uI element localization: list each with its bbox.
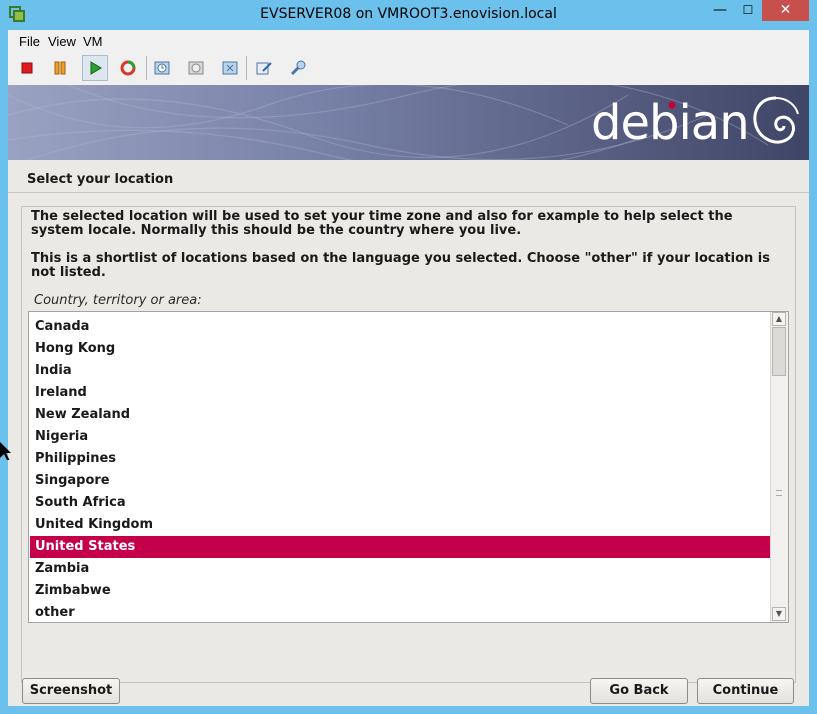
- screenshot-button[interactable]: Screenshot: [22, 678, 120, 704]
- menu-vm[interactable]: VM: [83, 34, 103, 49]
- list-item[interactable]: New Zealand: [30, 404, 771, 426]
- list-item[interactable]: Zambia: [30, 558, 771, 580]
- list-item[interactable]: Nigeria: [30, 426, 771, 448]
- stop-icon: [21, 62, 33, 74]
- pause-icon: [54, 61, 66, 75]
- snapshot-manager-button[interactable]: [217, 55, 243, 81]
- menu-file[interactable]: File: [19, 34, 40, 49]
- debian-swirl-logo: [753, 96, 799, 144]
- list-item[interactable]: Philippines: [30, 448, 771, 470]
- play-button[interactable]: [82, 55, 108, 81]
- window-title: EVSERVER08 on VMROOT3.enovision.local: [260, 6, 557, 22]
- list-item-selected[interactable]: United States: [30, 536, 771, 558]
- manage-snapshots-icon: [222, 61, 238, 75]
- mouse-cursor-icon: [0, 442, 11, 460]
- vmware-tools-button[interactable]: [285, 55, 311, 81]
- toolbar: [8, 52, 809, 84]
- list-item[interactable]: Canada: [30, 316, 771, 338]
- window-titlebar: EVSERVER08 on VMROOT3.enovision.local — …: [0, 0, 817, 30]
- list-item[interactable]: Hong Kong: [30, 338, 771, 360]
- stop-button[interactable]: [14, 55, 40, 81]
- scroll-up-arrow-icon[interactable]: ▲: [772, 312, 786, 326]
- go-back-button[interactable]: Go Back: [590, 678, 688, 704]
- close-button[interactable]: ✕: [762, 0, 809, 21]
- toolbar-separator: [246, 56, 247, 80]
- console-window: File View VM debian Select your location…: [8, 30, 809, 706]
- description-paragraph-2: This is a shortlist of locations based o…: [31, 251, 770, 280]
- list-item[interactable]: Zimbabwe: [30, 580, 771, 602]
- list-item[interactable]: Ireland: [30, 382, 771, 404]
- step-title: Select your location: [27, 172, 174, 187]
- menu-bar: File View VM: [8, 30, 809, 52]
- question-panel: The selected location will be used to se…: [21, 206, 796, 683]
- continue-button[interactable]: Continue: [697, 678, 794, 704]
- tools-icon: [290, 60, 306, 76]
- revert-snapshot-icon: [188, 61, 204, 75]
- debian-banner: debian: [8, 85, 809, 160]
- list-item[interactable]: Singapore: [30, 470, 771, 492]
- list-item[interactable]: India: [30, 360, 771, 382]
- menu-view[interactable]: View: [48, 34, 76, 49]
- list-item[interactable]: South Africa: [30, 492, 771, 514]
- debian-dot-accent: [668, 101, 676, 109]
- divider: [8, 192, 809, 193]
- scrollbar-thumb[interactable]: [772, 327, 786, 376]
- edit-settings-icon: [256, 62, 272, 75]
- play-icon: [90, 61, 102, 75]
- take-snapshot-button[interactable]: [149, 55, 175, 81]
- snapshot-icon: [154, 61, 170, 75]
- location-listbox[interactable]: Canada Hong Kong India Ireland New Zeala…: [28, 311, 789, 623]
- vm-screen[interactable]: debian Select your location The selected…: [8, 85, 809, 706]
- field-label: Country, territory or area:: [34, 293, 202, 308]
- list-item[interactable]: other: [30, 602, 771, 624]
- list-item[interactable]: United Kingdom: [30, 514, 771, 536]
- edit-settings-button[interactable]: [251, 55, 277, 81]
- revert-snapshot-button[interactable]: [183, 55, 209, 81]
- toolbar-separator: [146, 56, 147, 80]
- vertical-scrollbar[interactable]: ▲ ▼: [770, 312, 788, 622]
- scrollbar-grip-icon: [776, 490, 782, 496]
- description-paragraph-1: The selected location will be used to se…: [31, 209, 733, 238]
- reset-button[interactable]: [115, 55, 141, 81]
- reset-icon: [120, 60, 136, 76]
- maximize-button[interactable]: ☐: [734, 0, 762, 21]
- pause-button[interactable]: [47, 55, 73, 81]
- scroll-down-arrow-icon[interactable]: ▼: [772, 607, 786, 621]
- minimize-button[interactable]: —: [706, 0, 734, 21]
